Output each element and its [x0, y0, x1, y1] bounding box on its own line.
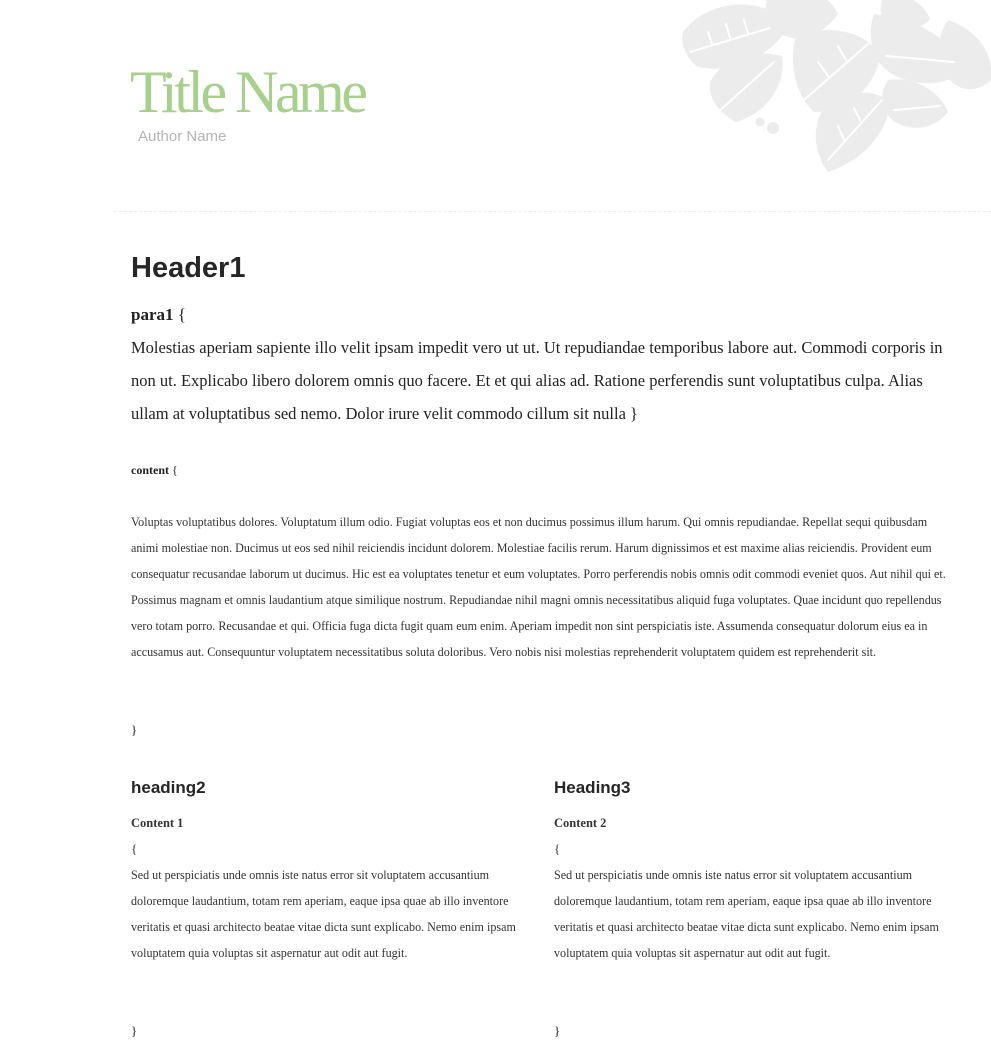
- column-subheading-left: Content 1: [131, 816, 184, 830]
- leaf-shapes: [682, 0, 991, 172]
- column-heading-left: heading2: [131, 778, 206, 797]
- header-divider: [114, 211, 991, 212]
- column-text-left: Sed ut perspiciatis unde omnis iste natu…: [131, 868, 516, 960]
- page-title: Title Name: [130, 59, 368, 125]
- section-heading: Header1: [131, 252, 246, 284]
- author-name: Author Name: [138, 128, 227, 145]
- column-open-brace-right: {: [554, 841, 561, 856]
- column-open-brace-left: {: [131, 841, 138, 856]
- leaf-decoration-icon: [682, 0, 991, 172]
- para1-label: para1: [131, 305, 174, 324]
- content-text: Voluptas voluptatibus dolores. Voluptatu…: [131, 515, 946, 659]
- para1-open-brace: {: [177, 305, 186, 324]
- para1-label-line: para1 {: [131, 304, 186, 326]
- column-close-brace-right: }: [554, 1023, 561, 1038]
- content-close-brace: }: [131, 722, 138, 737]
- column-heading-right: Heading3: [554, 778, 631, 797]
- content-open-brace: {: [172, 463, 178, 477]
- content-label: content: [131, 463, 169, 477]
- para1-text: Molestias aperiam sapiente illo velit ip…: [131, 338, 943, 423]
- column-close-brace-left: }: [131, 1023, 138, 1038]
- content-label-line: content {: [131, 461, 178, 479]
- column-text-right: Sed ut perspiciatis unde omnis iste natu…: [554, 868, 939, 960]
- column-subheading-right: Content 2: [554, 816, 607, 830]
